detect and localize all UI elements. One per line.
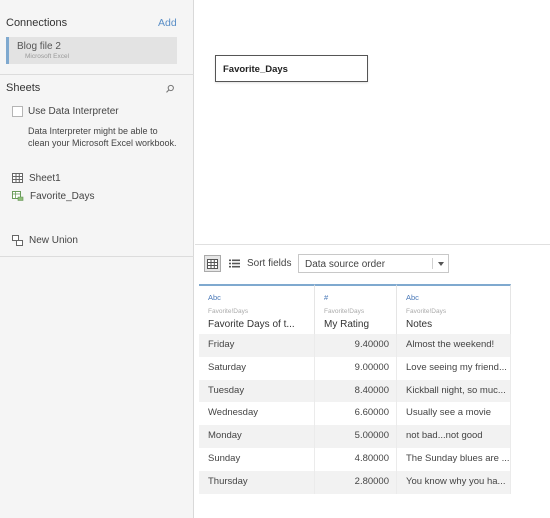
column-favorite-days: Abc Favorite!Days Favorite Days of t... … — [199, 284, 315, 494]
column-header[interactable]: Abc Favorite!Days Favorite Days of t... — [199, 284, 315, 334]
table-cell[interactable]: You know why you ha... — [397, 470, 511, 494]
column-source: Favorite!Days — [406, 308, 447, 315]
grid-view-button[interactable] — [204, 255, 221, 272]
list-view-button[interactable] — [227, 256, 241, 270]
column-name: Notes — [406, 319, 433, 330]
table-cell[interactable]: The Sunday blues are ... — [397, 447, 511, 471]
sort-fields-dropdown[interactable]: Data source order — [298, 254, 449, 273]
string-type-icon[interactable]: Abc — [208, 293, 221, 302]
table-cell[interactable]: 4.80000 — [315, 447, 397, 471]
data-interpreter-label: Use Data Interpreter — [28, 106, 119, 117]
column-source: Favorite!Days — [208, 308, 249, 315]
connections-title: Connections — [6, 17, 68, 29]
table-cell[interactable]: Friday — [199, 334, 315, 357]
new-union-label: New Union — [29, 234, 78, 246]
table-box-label: Favorite_Days — [223, 64, 288, 75]
string-type-icon[interactable]: Abc — [406, 293, 419, 302]
column-source: Favorite!Days — [324, 308, 365, 315]
table-cell[interactable]: Wednesday — [199, 402, 315, 426]
column-header[interactable]: # Favorite!Days My Rating — [315, 284, 397, 334]
data-interpreter-description: Data Interpreter might be able to clean … — [28, 126, 177, 149]
table-cell[interactable]: Almost the weekend! — [397, 334, 511, 357]
sheets-title: Sheets — [6, 82, 41, 94]
divider — [0, 256, 194, 257]
divider — [0, 74, 194, 75]
table-cell[interactable]: 5.00000 — [315, 425, 397, 448]
connection-name: Blog file 2 — [17, 41, 61, 52]
table-cell[interactable]: Love seeing my friend... — [397, 356, 511, 380]
column-name: My Rating — [324, 319, 370, 330]
sheet-item-sheet1[interactable]: Sheet1 — [12, 171, 61, 185]
table-cell[interactable]: 9.40000 — [315, 334, 397, 357]
table-cell[interactable]: Sunday — [199, 447, 315, 471]
sheet-item-favorite-days[interactable]: Favorite_Days — [12, 189, 94, 203]
column-cells: Almost the weekend! Love seeing my frien… — [397, 334, 511, 494]
grid-view-icon — [207, 258, 218, 269]
table-cell[interactable]: Saturday — [199, 356, 315, 380]
connection-item[interactable]: Blog file 2 Microsoft Excel — [6, 37, 177, 64]
table-cell[interactable]: not bad...not good — [397, 425, 511, 448]
table-cell[interactable]: 9.00000 — [315, 356, 397, 380]
column-header[interactable]: Abc Favorite!Days Notes — [397, 284, 511, 334]
table-cell[interactable]: Monday — [199, 425, 315, 448]
list-view-icon — [228, 259, 240, 267]
sheet-grid-icon — [12, 173, 23, 183]
column-name: Favorite Days of t... — [208, 319, 295, 330]
left-pane: Connections Add Blog file 2 Microsoft Ex… — [0, 0, 194, 518]
number-type-icon[interactable]: # — [324, 293, 328, 302]
new-union-item[interactable]: New Union — [12, 233, 78, 247]
sort-fields-value: Data source order — [305, 259, 386, 270]
table-cell[interactable]: 8.40000 — [315, 379, 397, 403]
search-icon[interactable] — [165, 84, 175, 94]
chevron-down-icon — [438, 262, 444, 266]
named-range-icon — [12, 191, 24, 201]
canvas-divider — [195, 244, 550, 245]
data-source-title-fragment — [307, 0, 457, 2]
sort-fields-label: Sort fields — [247, 258, 292, 269]
sheet-label: Sheet1 — [29, 172, 61, 184]
table-cell[interactable]: Kickball night, so muc... — [397, 379, 511, 403]
dropdown-separator — [432, 258, 433, 269]
table-cell[interactable]: 6.60000 — [315, 402, 397, 426]
column-cells: 9.40000 9.00000 8.40000 6.60000 5.00000 … — [315, 334, 397, 494]
grid-toolbar: Sort fields Data source order — [195, 252, 550, 276]
table-cell[interactable]: Tuesday — [199, 379, 315, 403]
add-connection-link[interactable]: Add — [158, 17, 177, 29]
sheet-label: Favorite_Days — [30, 190, 95, 202]
union-icon — [12, 234, 23, 246]
table-cell[interactable]: Thursday — [199, 470, 315, 494]
table-cell[interactable]: Usually see a movie — [397, 402, 511, 426]
connection-type: Microsoft Excel — [25, 53, 70, 60]
table-box-favorite-days[interactable]: Favorite_Days — [215, 55, 368, 82]
data-interpreter-checkbox[interactable] — [12, 106, 23, 117]
join-canvas[interactable]: Favorite_Days — [195, 0, 550, 244]
column-notes: Abc Favorite!Days Notes Almost the weeke… — [397, 284, 511, 494]
table-cell[interactable]: 2.80000 — [315, 470, 397, 494]
column-my-rating: # Favorite!Days My Rating 9.40000 9.0000… — [315, 284, 397, 494]
column-cells: Friday Saturday Tuesday Wednesday Monday… — [199, 334, 315, 494]
